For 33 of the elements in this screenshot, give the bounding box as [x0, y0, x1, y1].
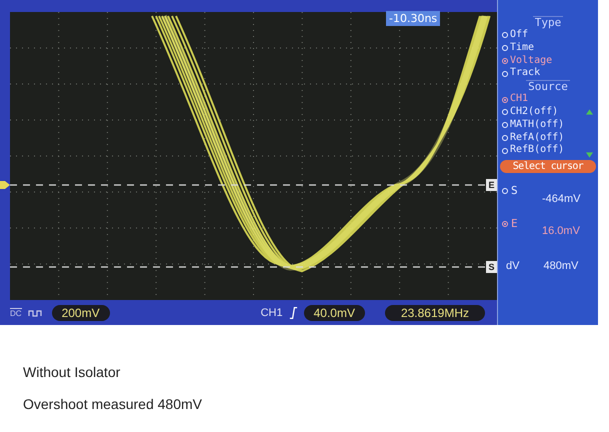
time-offset-marker: -10.30ns [386, 11, 440, 26]
menu-option[interactable]: CH2(off) [498, 106, 558, 119]
menu-section-title: Source [526, 80, 570, 94]
menu-option[interactable]: RefB(off) [498, 144, 564, 158]
menu-option[interactable]: RefA(off) [498, 132, 564, 144]
cursor-marker: S [486, 261, 497, 273]
cursor-value: 16.0mV [542, 225, 581, 237]
caption-title: Without Isolator [23, 363, 122, 381]
delta-label: dV [506, 260, 520, 272]
delta-value: 480mV [543, 260, 578, 272]
cursor-marker: E [486, 179, 497, 191]
rising-edge-icon [288, 306, 298, 320]
coupling-label: DC [10, 308, 22, 318]
menu-option[interactable]: CH1 [498, 93, 528, 106]
square-wave-icon [28, 308, 44, 316]
menu-option[interactable]: Off [498, 29, 528, 42]
caption-text: Overshoot measured 480mV [23, 395, 203, 413]
trigger-level: 40.0mV [304, 304, 365, 320]
menu-option[interactable]: Track [498, 67, 540, 80]
cursor-option[interactable]: E [502, 217, 518, 230]
frequency-readout: 23.8619MHz [384, 304, 485, 320]
trigger-channel: CH1 [260, 306, 283, 318]
menu-section-title: Type [532, 16, 564, 29]
cursor-option[interactable]: S [502, 184, 518, 198]
trigger-marker-icon [0, 180, 10, 190]
menu-option[interactable]: Voltage [498, 54, 552, 68]
volts-per-div: 200mV [52, 304, 110, 320]
scroll-up-icon[interactable] [586, 109, 593, 115]
menu-option[interactable]: MATH(off) [498, 118, 564, 132]
menu-option[interactable]: Time [498, 42, 534, 55]
select-cursor-label: Select cursor [500, 160, 596, 174]
cursor-value: -464mV [542, 193, 581, 205]
scroll-down-icon[interactable] [586, 152, 593, 158]
